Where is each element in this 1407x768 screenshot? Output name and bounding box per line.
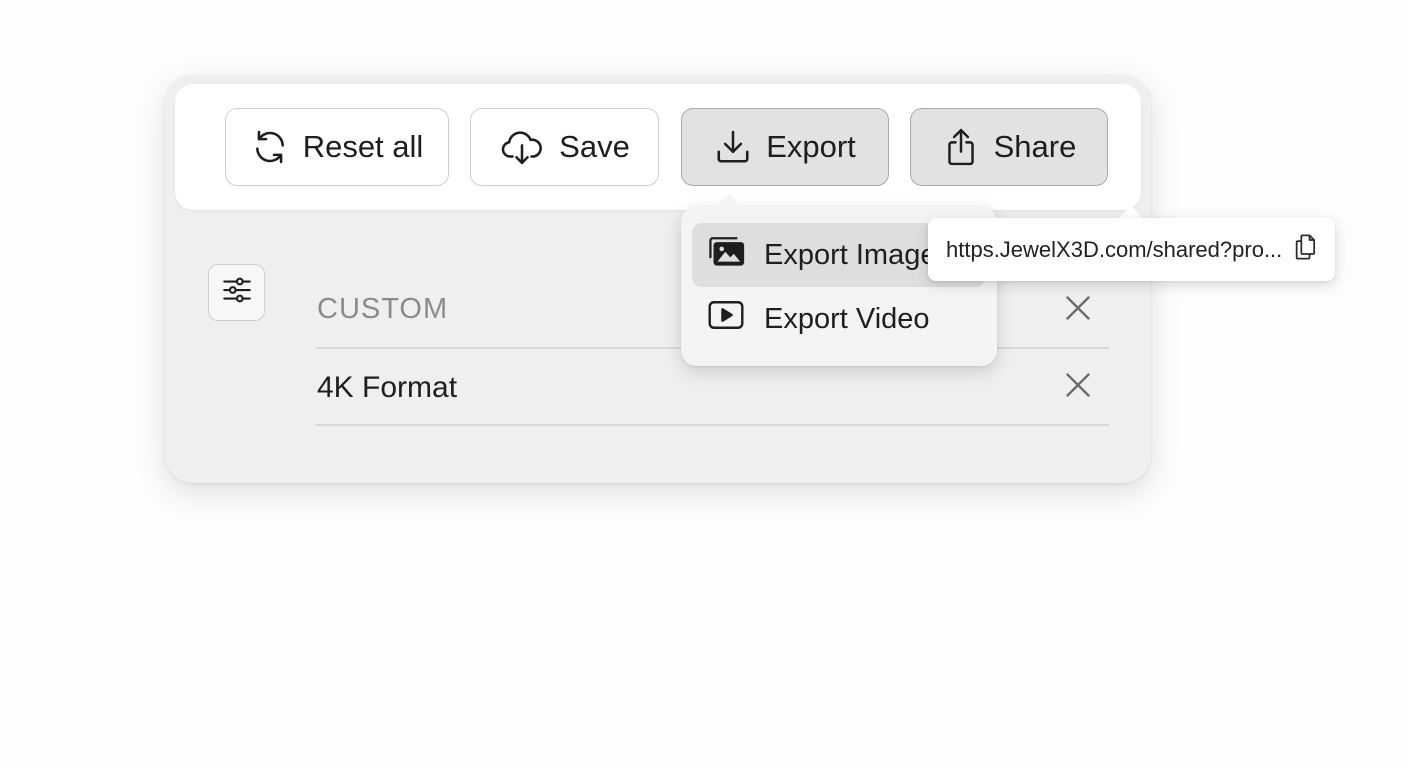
cloud-download-icon [499,128,545,166]
page: Reset all Save Export Share CUSTOM 4K Fo… [0,0,1407,768]
preset-label-4k: 4K Format [317,371,458,404]
filter-button[interactable] [208,264,265,321]
share-icon [942,127,980,167]
row-divider [316,424,1109,426]
share-url[interactable]: https.JewelX3D.com/shared?pro... [946,237,1282,263]
export-button[interactable]: Export [681,108,889,186]
close-icon [1064,371,1092,404]
download-icon [714,128,752,166]
play-icon [706,298,746,340]
image-stack-icon [706,234,746,276]
share-popover-caret [1119,206,1143,218]
close-icon [1064,294,1092,327]
reset-all-button[interactable]: Reset all [225,108,449,186]
copy-icon [1293,233,1319,267]
export-video-item[interactable]: Export Video [692,287,985,351]
export-image-label: Export Image [764,238,937,271]
export-menu-caret [716,194,742,207]
reset-all-label: Reset all [302,129,424,164]
save-button[interactable]: Save [470,108,659,186]
save-label: Save [559,129,630,164]
refresh-icon [251,128,289,166]
sliders-icon [220,273,254,312]
remove-custom-button[interactable] [1062,294,1094,326]
share-link-popover: https.JewelX3D.com/shared?pro... [928,218,1335,281]
share-label: Share [993,129,1077,164]
share-button[interactable]: Share [910,108,1108,186]
export-label: Export [766,129,856,164]
copy-link-button[interactable] [1293,233,1319,267]
preset-label-custom: CUSTOM [317,293,449,325]
export-video-label: Export Video [764,302,930,335]
remove-4k-button[interactable] [1062,371,1094,403]
